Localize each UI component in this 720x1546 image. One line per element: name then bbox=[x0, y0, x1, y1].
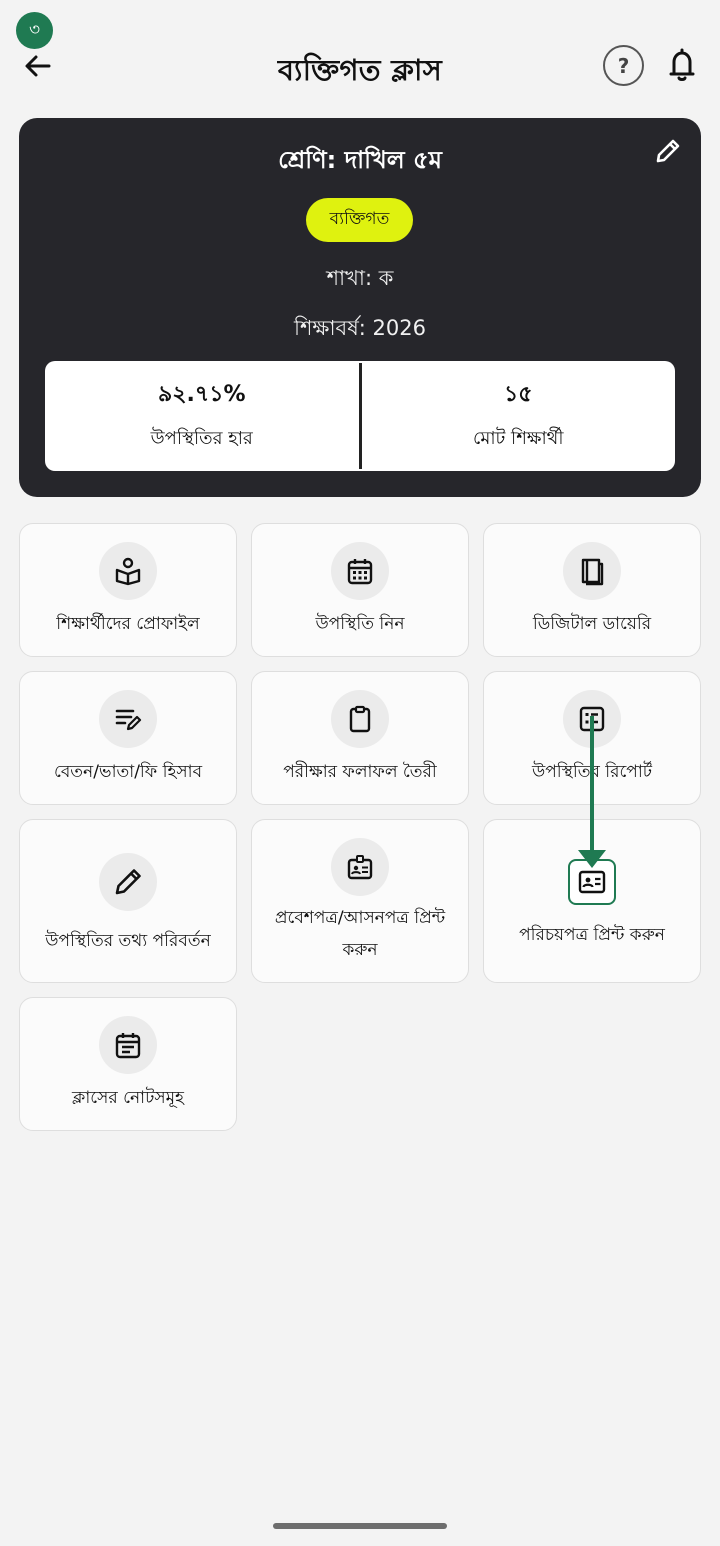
academic-year-text: শিক্ষাবর্ষ: 2026 bbox=[294, 316, 426, 340]
menu-tile-label: পরীক্ষার ফলাফল তৈরী bbox=[283, 762, 437, 782]
icon-circle bbox=[99, 853, 157, 911]
icon-circle bbox=[563, 542, 621, 600]
icon-circle bbox=[331, 542, 389, 600]
menu-tile-take-attendance[interactable]: উপস্থিতি নিন bbox=[251, 523, 469, 657]
stat-value: ১৫ bbox=[503, 382, 533, 407]
icon-circle bbox=[99, 690, 157, 748]
menu-tile-student-profiles[interactable]: শিক্ষার্থীদের প্রোফাইল bbox=[19, 523, 237, 657]
menu-tile-label: উপস্থিতি নিন bbox=[315, 614, 405, 634]
menu-tile-fee-accounts[interactable]: বেতন/ভাতা/ফি হিসাব bbox=[19, 671, 237, 805]
class-type-pill: ব্যক্তিগত bbox=[306, 198, 413, 242]
icon-circle bbox=[331, 690, 389, 748]
total-students-stat: ১৫ মোট শিক্ষার্থী bbox=[362, 361, 676, 471]
menu-tile-label: পরিচয়পত্র প্রিন্ট করুন bbox=[519, 925, 665, 945]
menu-tile-admit-card-print[interactable]: প্রবেশপত্র/আসনপত্র প্রিন্ট করুন bbox=[251, 819, 469, 983]
edit-notes-icon bbox=[115, 709, 142, 731]
icon-circle bbox=[563, 690, 621, 748]
stats-box: ৯২.৭১% উপস্থিতির হার ১৫ মোট শিক্ষার্থী bbox=[45, 361, 675, 471]
icon-circle bbox=[99, 542, 157, 600]
report-list-icon bbox=[579, 706, 605, 732]
notification-button[interactable] bbox=[662, 44, 702, 86]
menu-tile-class-notes[interactable]: ক্লাসের নোটসমূহ bbox=[19, 997, 237, 1131]
stat-label: মোট শিক্ষার্থী bbox=[473, 428, 564, 449]
attendance-rate-stat: ৯২.৭১% উপস্থিতির হার bbox=[45, 361, 359, 471]
help-button[interactable]: ? bbox=[603, 45, 644, 86]
menu-tile-id-card-print[interactable]: পরিচয়পত্র প্রিন্ট করুন bbox=[483, 819, 701, 983]
calendar-icon bbox=[347, 559, 373, 585]
help-icon: ? bbox=[617, 53, 630, 78]
menu-tile-exam-results[interactable]: পরীক্ষার ফলাফল তৈরী bbox=[251, 671, 469, 805]
student-profile-icon bbox=[115, 557, 141, 586]
menu-tile-label: ডিজিটাল ডায়েরি bbox=[532, 614, 652, 634]
step-badge: ৩ bbox=[16, 12, 53, 49]
menu-tile-label: বেতন/ভাতা/ফি হিসাব bbox=[53, 762, 203, 782]
menu-tile-label: উপস্থিতির তথ্য পরিবর্তন bbox=[45, 931, 211, 951]
notes-calendar-icon bbox=[115, 1033, 141, 1059]
icon-circle bbox=[99, 1016, 157, 1074]
home-indicator[interactable] bbox=[273, 1523, 447, 1529]
section-text: শাখা: ক bbox=[326, 266, 394, 290]
menu-tile-label: ক্লাসের নোটসমূহ bbox=[72, 1088, 184, 1108]
book-icon bbox=[581, 558, 604, 586]
class-title: শ্রেণি: দাখিল ৫ম bbox=[278, 146, 442, 174]
menu-tile-label: শিক্ষার্থীদের প্রোফাইল bbox=[56, 614, 200, 634]
menu-tile-attendance-report[interactable]: উপস্থিতির রিপোর্ট bbox=[483, 671, 701, 805]
class-info-card: শ্রেণি: দাখিল ৫ম ব্যক্তিগত শাখা: ক শিক্ষ… bbox=[19, 118, 701, 497]
icon-highlight-box bbox=[568, 859, 616, 905]
badge-icon bbox=[347, 855, 373, 880]
pencil-icon bbox=[115, 869, 141, 895]
menu-tile-digital-diary[interactable]: ডিজিটাল ডায়েরি bbox=[483, 523, 701, 657]
id-card-icon bbox=[578, 870, 606, 894]
stat-label: উপস্থিতির হার bbox=[150, 428, 253, 449]
bell-icon bbox=[669, 48, 695, 81]
top-bar: ব্যক্তিগত ক্লাস ? bbox=[0, 30, 720, 102]
menu-tile-label: প্রবেশপত্র/আসনপত্র প্রিন্ট করুন bbox=[274, 908, 446, 960]
menu-tile-label: উপস্থিতির রিপোর্ট bbox=[531, 762, 653, 782]
stat-value: ৯২.৭১% bbox=[157, 382, 246, 407]
menu-tile-edit-attendance[interactable]: উপস্থিতির তথ্য পরিবর্তন bbox=[19, 819, 237, 983]
clipboard-icon bbox=[349, 705, 371, 733]
icon-circle bbox=[331, 838, 389, 896]
